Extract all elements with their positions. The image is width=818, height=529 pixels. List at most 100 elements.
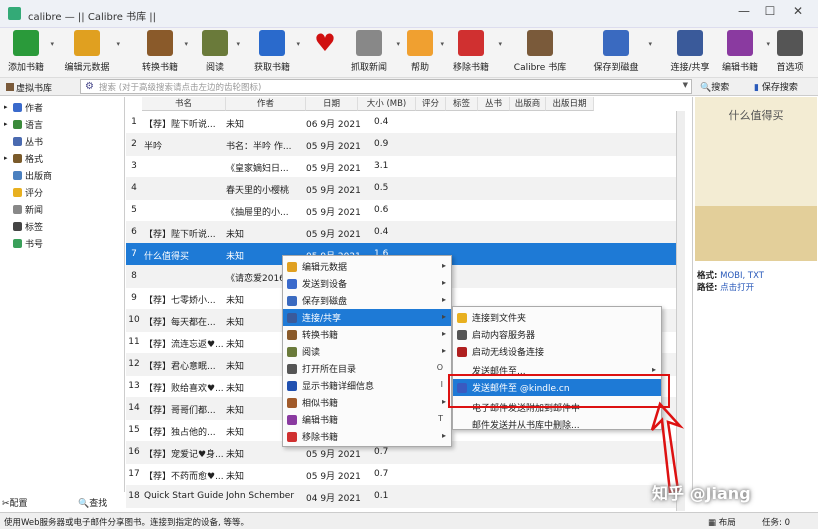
sidebar-item-star[interactable]: 评分 (4, 184, 43, 200)
toolbar-button-0[interactable]: 添加书籍 ▾ (6, 30, 54, 76)
toolbar-label: 获取书籍 (253, 63, 290, 73)
context-menu-item[interactable]: 发送到设备 ▸ (283, 275, 451, 292)
expand-arrow-icon[interactable]: ▸ (4, 154, 10, 162)
sidebar-item-format[interactable]: ▸ 格式 (4, 150, 43, 166)
edit-book-icon (727, 30, 753, 56)
search-input[interactable]: ⚙ 搜索 (对于高级搜索请点击左边的齿轮图标) ▼ (80, 79, 692, 94)
table-row[interactable]: 4 春天里的小樱桃 05 9月 2021 0.5 (126, 177, 676, 200)
column-header[interactable]: 标签 (446, 97, 478, 111)
chevron-down-icon[interactable]: ▾ (236, 40, 240, 48)
jobs-indicator[interactable]: 任务: 0 (762, 516, 790, 528)
sidebar-item-language[interactable]: ▸ 语言 (4, 116, 43, 132)
toolbar-button-10[interactable]: 保存到磁盘 ▾ (588, 30, 652, 76)
toolbar-button-11[interactable]: 连接/共享 (664, 30, 716, 76)
table-row[interactable]: 17 【荐】不药而愈♥... 未知 05 9月 2021 0.7 (126, 463, 676, 486)
save-search-button[interactable]: ▮ 保存搜索 (754, 80, 798, 93)
context-menu-item[interactable]: 编辑书籍 T (283, 411, 451, 428)
toolbar-button-12[interactable]: 编辑书籍 ▾ (718, 30, 770, 76)
sidebar-item-publisher[interactable]: 出版商 (4, 167, 52, 183)
submenu-item[interactable]: 启动内容服务器 (453, 326, 661, 343)
submenu-item[interactable]: 连接到文件夹 (453, 309, 661, 326)
toolbar-button-9[interactable]: Calibre 书库 (508, 30, 572, 76)
context-menu-item[interactable]: 阅读 ▸ (283, 343, 451, 360)
minimize-button[interactable]: — (732, 4, 756, 22)
sidebar-item-isbn[interactable]: 书号 (4, 235, 43, 251)
chevron-down-icon[interactable]: ▾ (50, 40, 54, 48)
sidebar-item-series[interactable]: 丛书 (4, 133, 43, 149)
table-row[interactable]: 2 半吟 书名：半吟 作... 05 9月 2021 0.9 (126, 133, 676, 156)
table-row[interactable]: 18 Quick Start Guide John Schember 04 9月 20… (126, 485, 676, 508)
cell-size: 3.1 (374, 161, 389, 171)
chevron-down-icon[interactable]: ▾ (498, 40, 502, 48)
chevron-down-icon[interactable]: ▾ (396, 40, 400, 48)
chevron-down-icon[interactable]: ▾ (440, 40, 444, 48)
chevron-down-icon[interactable]: ▼ (683, 81, 688, 89)
toolbar-button-2[interactable]: 转换书籍 ▾ (140, 30, 188, 76)
toolbar-button-3[interactable]: 阅读 ▾ (198, 30, 240, 76)
expand-arrow-icon[interactable]: ▸ (4, 103, 10, 111)
context-menu-item[interactable]: 转换书籍 ▸ (283, 326, 451, 343)
add-book-icon (13, 30, 39, 56)
table-row[interactable]: 1 【荐】陛下听说... 未知 06 9月 2021 0.4 (126, 111, 676, 134)
toolbar-button-13[interactable]: 首选项 (770, 30, 810, 76)
toolbar-button-8[interactable]: 移除书籍 ▾ (448, 30, 502, 76)
layout-button[interactable]: ▦ 布局 (708, 516, 736, 528)
row-number: 9 (131, 293, 137, 303)
chevron-down-icon[interactable]: ▾ (296, 40, 300, 48)
column-header[interactable]: 出版日期 (546, 97, 594, 111)
column-header[interactable]: 日期 (306, 97, 358, 111)
submenu-item[interactable]: 启动无线设备连接 (453, 343, 661, 360)
toolbar-button-5[interactable]: ♥ (310, 30, 340, 76)
context-menu-item[interactable]: 打开所在目录 O (283, 360, 451, 377)
sidebar-item-tag[interactable]: 标签 (4, 218, 43, 234)
find-button[interactable]: 🔍查找 (78, 496, 107, 509)
configure-button[interactable]: ✂配置 (2, 496, 28, 509)
sidebar-item-news[interactable]: 新闻 (4, 201, 43, 217)
sidebar-item-person[interactable]: ▸ 作者 (4, 99, 43, 115)
read-icon (202, 30, 228, 56)
cell-date: 05 9月 2021 (306, 472, 361, 482)
toolbar-button-7[interactable]: 帮助 ▾ (404, 30, 444, 76)
column-header[interactable]: 大小 (MB) (358, 97, 416, 111)
table-row[interactable]: 3 《皇家嫡妇日... 05 9月 2021 3.1 (126, 155, 676, 178)
cell-title: 【荐】陛下听说... (144, 120, 216, 130)
cell-author: John Schember (226, 491, 295, 501)
chevron-down-icon[interactable]: ▾ (116, 40, 120, 48)
chevron-down-icon[interactable]: ▾ (648, 40, 652, 48)
context-menu-item[interactable]: 编辑元数据 ▸ (283, 258, 451, 275)
maximize-button[interactable]: ☐ (758, 4, 782, 22)
context-menu-item[interactable]: 连接/共享 ▸ (283, 309, 451, 326)
column-header[interactable]: 书名 (142, 97, 226, 111)
table-row[interactable]: 6 【荐】陛下听说... 未知 05 9月 2021 0.4 (126, 221, 676, 244)
close-button[interactable]: ✕ (786, 4, 810, 22)
toolbar-label: 抓取新闻 (350, 63, 387, 73)
fetch-news-icon (356, 30, 382, 56)
cell-author: 未知 (226, 472, 245, 482)
column-header[interactable]: 作者 (226, 97, 306, 111)
virtual-library-button[interactable]: 虚拟书库 (6, 81, 52, 94)
context-menu-item[interactable]: 保存到磁盘 ▸ (283, 292, 451, 309)
chevron-right-icon: ▸ (441, 261, 446, 270)
column-header[interactable]: 丛书 (478, 97, 510, 111)
expand-arrow-icon[interactable]: ▸ (4, 120, 10, 128)
search-button[interactable]: 🔍搜索 (700, 80, 729, 93)
toolbar-button-6[interactable]: 抓取新闻 ▾ (346, 30, 400, 76)
row-number: 11 (128, 337, 140, 347)
toolbar-button-1[interactable]: 编辑元数据 ▾ (62, 30, 120, 76)
chevron-down-icon[interactable]: ▾ (184, 40, 188, 48)
toolbar-button-4[interactable]: 获取书籍 ▾ (252, 30, 300, 76)
context-menu-item[interactable]: 显示书籍详细信息 I (283, 377, 451, 394)
context-menu-item[interactable]: 移除书籍 ▸ (283, 428, 451, 445)
column-header[interactable]: 出版商 (510, 97, 546, 111)
context-menu-item[interactable]: 相似书籍 ▸ (283, 394, 451, 411)
search-icon: 🔍 (78, 499, 90, 509)
row-number: 1 (131, 117, 137, 127)
table-row[interactable]: 5 《抽屉里的小... 05 9月 2021 0.6 (126, 199, 676, 222)
format-value[interactable]: MOBI, TXT (720, 271, 764, 281)
path-open-link[interactable]: 点击打开 (720, 283, 754, 293)
gear-icon[interactable]: ⚙ (85, 81, 94, 92)
cell-title: 【荐】败给喜欢♥... (144, 384, 224, 394)
column-header[interactable]: 评分 (416, 97, 446, 111)
library-small-icon (6, 83, 14, 91)
submenu-item[interactable]: 邮件发送并从书库中删除... (453, 416, 661, 433)
